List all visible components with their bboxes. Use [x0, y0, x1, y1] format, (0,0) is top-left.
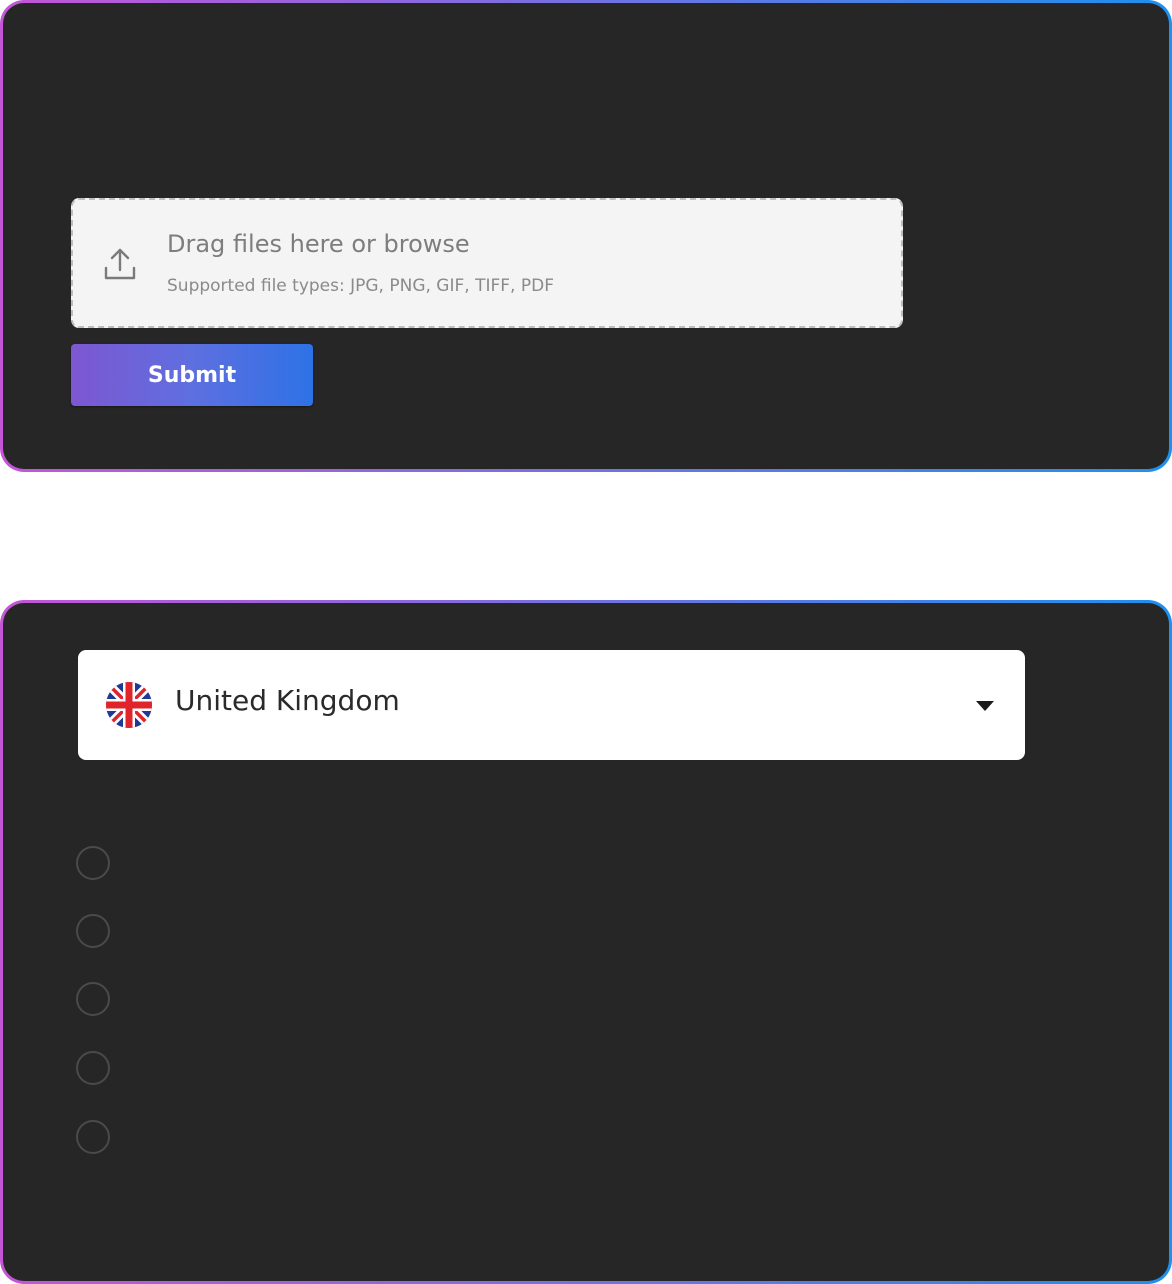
uk-flag-icon — [106, 682, 152, 728]
radio-button[interactable] — [76, 846, 110, 880]
radio-button[interactable] — [76, 982, 110, 1016]
upload-icon — [104, 248, 136, 280]
upload-card-body: Drag files here or browse Supported file… — [3, 3, 1169, 469]
upload-card: Drag files here or browse Supported file… — [0, 0, 1172, 472]
dropzone-supported-types: Supported file types: JPG, PNG, GIF, TIF… — [167, 276, 554, 296]
dropzone-title: Drag files here or browse — [167, 230, 470, 258]
file-dropzone[interactable]: Drag files here or browse Supported file… — [71, 198, 903, 328]
chevron-down-icon — [976, 701, 994, 711]
radio-button[interactable] — [76, 1051, 110, 1085]
radio-button[interactable] — [76, 1120, 110, 1154]
country-card: United Kingdom — [0, 600, 1172, 1284]
radio-button[interactable] — [76, 914, 110, 948]
country-card-body: United Kingdom — [3, 603, 1169, 1281]
country-select[interactable]: United Kingdom — [78, 650, 1025, 760]
submit-button[interactable]: Submit — [71, 344, 313, 406]
country-select-value: United Kingdom — [175, 684, 400, 717]
